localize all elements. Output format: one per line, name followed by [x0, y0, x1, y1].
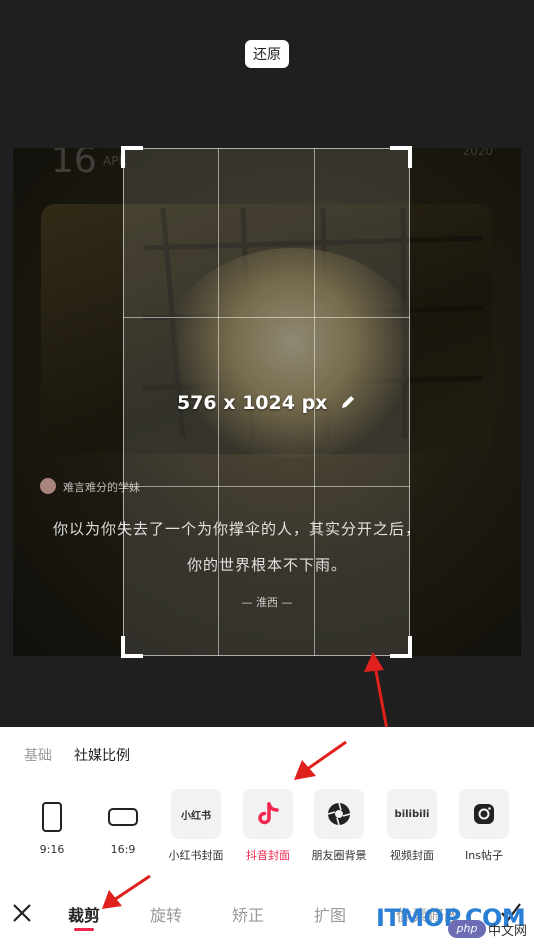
ratio-douyin-cover[interactable]: 抖音封面 [238, 789, 298, 862]
ratio-label: 朋友圈背景 [311, 849, 367, 862]
active-tab-indicator [74, 928, 94, 931]
bilibili-icon: bilibili [387, 789, 437, 839]
ratio-label: 抖音封面 [246, 849, 290, 862]
tab-expand[interactable]: 扩图 [314, 902, 346, 926]
xiaohongshu-icon: 小红书 [171, 789, 221, 839]
crop-size-label[interactable]: 576 x 1024 px [123, 392, 410, 415]
tab-basic[interactable]: 基础 [24, 745, 52, 765]
ratio-16-9[interactable]: 16:9 [101, 797, 145, 856]
tab-social-ratio[interactable]: 社媒比例 [74, 745, 130, 765]
crop-size-text: 576 x 1024 px [176, 392, 328, 414]
annotation-arrow-tool [102, 874, 151, 909]
author-avatar [40, 478, 56, 494]
annotation-arrow-ratio [294, 740, 347, 780]
crop-frame[interactable]: 576 x 1024 px [121, 146, 412, 658]
watermark-php-badge: php [448, 920, 486, 938]
close-icon[interactable] [12, 900, 32, 924]
tab-straighten[interactable]: 矫正 [232, 902, 264, 926]
tiktok-icon [243, 789, 293, 839]
bilibili-tile-text: bilibili [394, 808, 430, 820]
xiaohongshu-tile-text: 小红书 [181, 810, 211, 822]
ratio-video-cover[interactable]: bilibili 视频封面 [382, 789, 442, 862]
portrait-rect-icon [42, 802, 62, 832]
moments-shutter-icon [314, 789, 364, 839]
ratio-label: 9:16 [39, 843, 65, 856]
crop-handle-bottom-left[interactable] [121, 636, 143, 658]
ratio-label: 视频封面 [390, 849, 434, 862]
crop-handle-top-right[interactable] [390, 146, 412, 168]
ratio-label: 小红书封面 [168, 849, 224, 862]
tab-crop[interactable]: 裁剪 [68, 902, 100, 926]
ratio-ins-post[interactable]: Ins帖子 [454, 789, 514, 862]
crop-handle-top-left[interactable] [121, 146, 143, 168]
tab-rotate[interactable]: 旋转 [150, 902, 182, 926]
landscape-rect-icon [108, 808, 138, 826]
category-tabs: 基础 社媒比例 [24, 745, 130, 765]
ratio-9-16[interactable]: 9:16 [30, 797, 74, 856]
reset-button[interactable]: 还原 [245, 40, 289, 68]
instagram-icon [459, 789, 509, 839]
pencil-icon[interactable] [340, 393, 356, 415]
grid-line-h1 [123, 317, 410, 318]
grid-line-h2 [123, 486, 410, 487]
watermark-cn-text: 中文网 [488, 924, 528, 939]
ratio-label: Ins帖子 [465, 849, 503, 862]
ratio-xiaohongshu-cover[interactable]: 小红书 小红书封面 [166, 789, 226, 862]
ratio-moments-background[interactable]: 朋友圈背景 [309, 789, 369, 862]
ratio-label: 16:9 [110, 843, 136, 856]
